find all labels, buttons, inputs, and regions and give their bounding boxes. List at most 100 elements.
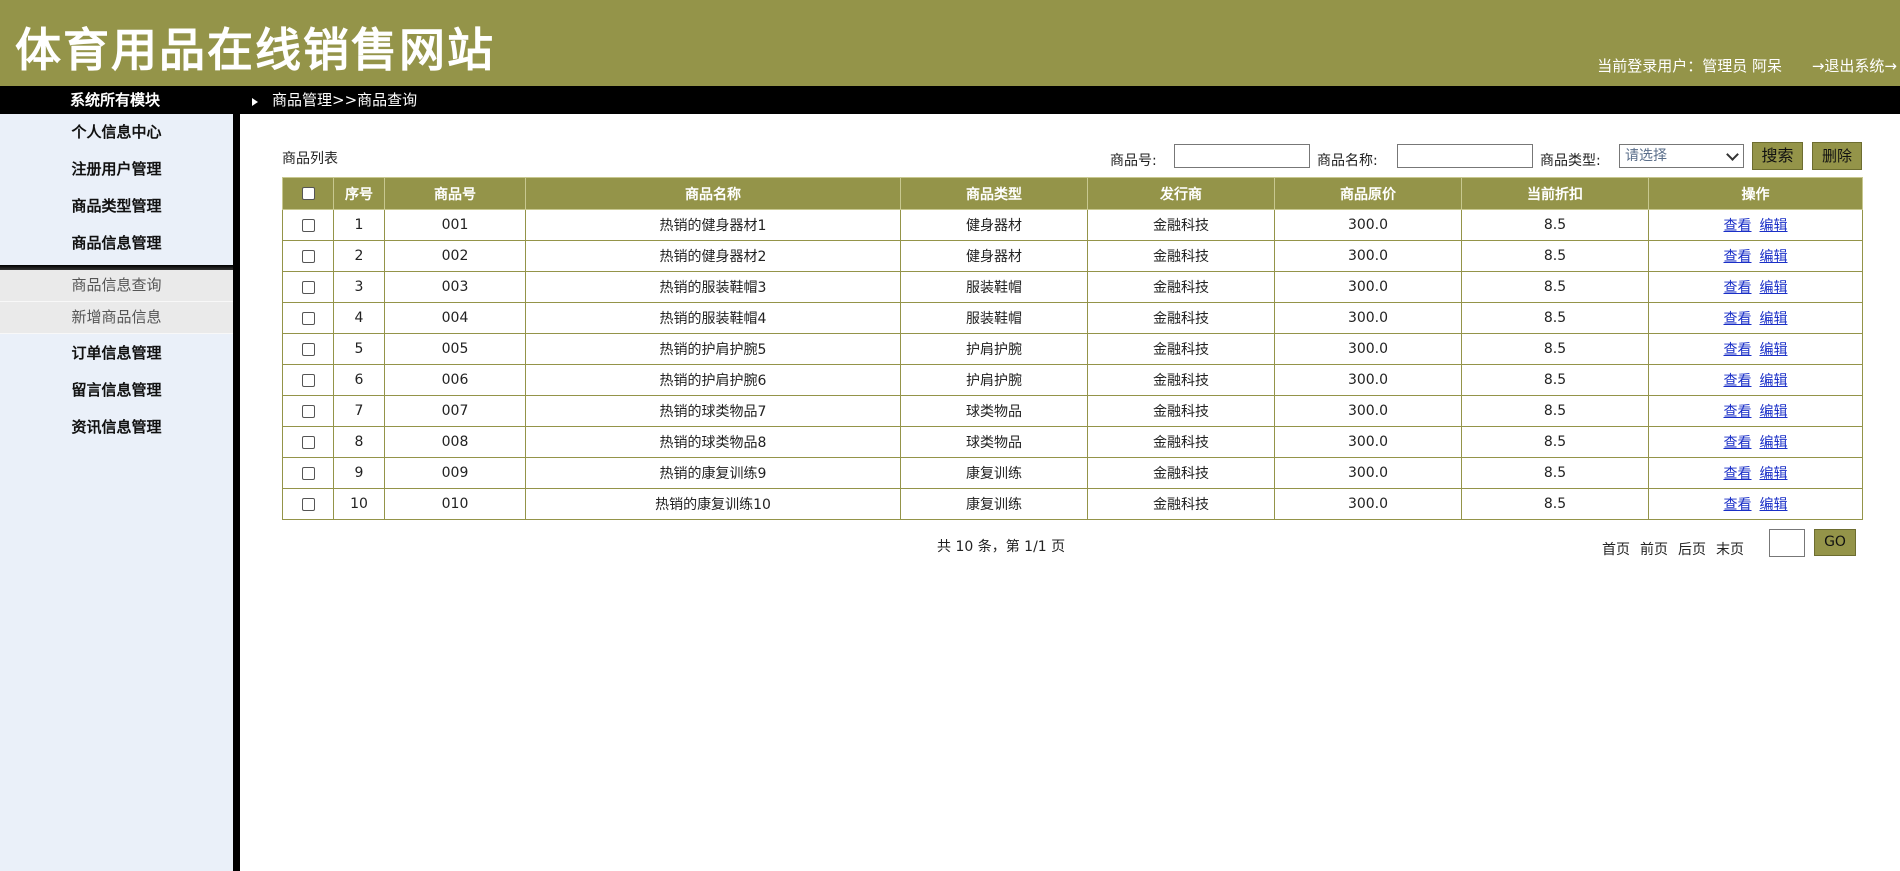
cell-code: 008 bbox=[384, 426, 526, 458]
table-row: 6 006 热销的护肩护腕6 护肩护腕 金融科技 300.0 8.5 查看 编辑 bbox=[282, 364, 1863, 396]
select-all-header bbox=[282, 177, 334, 210]
product-id-input[interactable] bbox=[1174, 144, 1310, 168]
row-checkbox[interactable] bbox=[301, 249, 315, 263]
next-page-link[interactable]: 后页 bbox=[1678, 539, 1706, 559]
cell-actions: 查看 编辑 bbox=[1648, 209, 1863, 241]
sidebar-item-user-management[interactable]: 注册用户管理 bbox=[0, 151, 233, 188]
product-type-select[interactable]: 请选择 bbox=[1619, 144, 1744, 168]
view-link[interactable]: 查看 bbox=[1724, 497, 1752, 513]
row-select-cell bbox=[282, 426, 334, 458]
prev-page-link[interactable]: 前页 bbox=[1640, 539, 1668, 559]
edit-link[interactable]: 编辑 bbox=[1760, 373, 1788, 389]
sidebar-item-message-management[interactable]: 留言信息管理 bbox=[0, 372, 233, 409]
edit-link[interactable]: 编辑 bbox=[1760, 466, 1788, 482]
column-header: 序号 bbox=[333, 177, 385, 210]
row-checkbox[interactable] bbox=[301, 280, 315, 294]
cell-publisher: 金融科技 bbox=[1087, 426, 1275, 458]
view-link[interactable]: 查看 bbox=[1724, 435, 1752, 451]
edit-link[interactable]: 编辑 bbox=[1760, 404, 1788, 420]
table-row: 7 007 热销的球类物品7 球类物品 金融科技 300.0 8.5 查看 编辑 bbox=[282, 395, 1863, 427]
view-link[interactable]: 查看 bbox=[1724, 249, 1752, 265]
row-checkbox[interactable] bbox=[301, 342, 315, 356]
cell-actions: 查看 编辑 bbox=[1648, 457, 1863, 489]
select-all-checkbox[interactable] bbox=[301, 187, 315, 200]
row-select-cell bbox=[282, 240, 334, 272]
delete-button[interactable]: 删除 bbox=[1812, 142, 1862, 170]
cell-name: 热销的护肩护腕5 bbox=[525, 333, 901, 365]
current-user-info: 当前登录用户：管理员 阿呆 bbox=[1597, 57, 1782, 75]
row-select-cell bbox=[282, 271, 334, 303]
cell-publisher: 金融科技 bbox=[1087, 457, 1275, 489]
cell-discount: 8.5 bbox=[1461, 302, 1649, 334]
row-checkbox[interactable] bbox=[301, 497, 315, 511]
product-name-input[interactable] bbox=[1397, 144, 1533, 168]
cell-seq: 2 bbox=[333, 240, 385, 272]
cell-seq: 7 bbox=[333, 395, 385, 427]
product-name-label: 商品名称: bbox=[1317, 153, 1378, 169]
row-checkbox[interactable] bbox=[301, 404, 315, 418]
cell-name: 热销的服装鞋帽4 bbox=[525, 302, 901, 334]
cell-price: 300.0 bbox=[1274, 271, 1462, 303]
row-checkbox[interactable] bbox=[301, 466, 315, 480]
header: 体育用品在线销售网站 当前登录用户：管理员 阿呆 →退出系统→ bbox=[0, 0, 1900, 86]
sidebar-item-category-management[interactable]: 商品类型管理 bbox=[0, 188, 233, 225]
view-link[interactable]: 查看 bbox=[1724, 280, 1752, 296]
cell-code: 004 bbox=[384, 302, 526, 334]
sidebar-item-order-management[interactable]: 订单信息管理 bbox=[0, 335, 233, 372]
row-checkbox[interactable] bbox=[301, 373, 315, 387]
logout-link[interactable]: →退出系统→ bbox=[1812, 55, 1897, 76]
column-header: 操作 bbox=[1648, 177, 1863, 210]
cell-publisher: 金融科技 bbox=[1087, 364, 1275, 396]
sidebar-item-personal-center[interactable]: 个人信息中心 bbox=[0, 114, 233, 151]
edit-link[interactable]: 编辑 bbox=[1760, 342, 1788, 358]
view-link[interactable]: 查看 bbox=[1724, 466, 1752, 482]
edit-link[interactable]: 编辑 bbox=[1760, 311, 1788, 327]
edit-link[interactable]: 编辑 bbox=[1760, 249, 1788, 265]
sidebar-item-product-management[interactable]: 商品信息管理 bbox=[0, 225, 233, 262]
row-select-cell bbox=[282, 457, 334, 489]
cell-publisher: 金融科技 bbox=[1087, 302, 1275, 334]
edit-link[interactable]: 编辑 bbox=[1760, 218, 1788, 234]
cell-type: 康复训练 bbox=[900, 488, 1088, 520]
cell-seq: 8 bbox=[333, 426, 385, 458]
cell-seq: 3 bbox=[333, 271, 385, 303]
view-link[interactable]: 查看 bbox=[1724, 342, 1752, 358]
page-number-input[interactable] bbox=[1769, 529, 1805, 557]
table-row: 10 010 热销的康复训练10 康复训练 金融科技 300.0 8.5 查看 编辑 bbox=[282, 488, 1863, 520]
cell-name: 热销的健身器材2 bbox=[525, 240, 901, 272]
search-button[interactable]: 搜索 bbox=[1752, 142, 1803, 170]
last-page-link[interactable]: 末页 bbox=[1716, 539, 1744, 559]
row-checkbox[interactable] bbox=[301, 311, 315, 325]
edit-link[interactable]: 编辑 bbox=[1760, 280, 1788, 296]
site-title: 体育用品在线销售网站 bbox=[15, 23, 495, 77]
sidebar-item-news-management[interactable]: 资讯信息管理 bbox=[0, 409, 233, 446]
cell-actions: 查看 编辑 bbox=[1648, 488, 1863, 520]
view-link[interactable]: 查看 bbox=[1724, 404, 1752, 420]
row-checkbox[interactable] bbox=[301, 435, 315, 449]
sidebar-subitem-add-product[interactable]: 新增商品信息 bbox=[0, 302, 233, 334]
first-page-link[interactable]: 首页 bbox=[1602, 539, 1630, 559]
go-button[interactable]: GO bbox=[1814, 529, 1856, 556]
table-row: 5 005 热销的护肩护腕5 护肩护腕 金融科技 300.0 8.5 查看 编辑 bbox=[282, 333, 1863, 365]
cell-price: 300.0 bbox=[1274, 426, 1462, 458]
edit-link[interactable]: 编辑 bbox=[1760, 497, 1788, 513]
cell-actions: 查看 编辑 bbox=[1648, 426, 1863, 458]
cell-name: 热销的康复训练9 bbox=[525, 457, 901, 489]
cell-price: 300.0 bbox=[1274, 395, 1462, 427]
cell-publisher: 金融科技 bbox=[1087, 240, 1275, 272]
cell-name: 热销的球类物品8 bbox=[525, 426, 901, 458]
table-row: 1 001 热销的健身器材1 健身器材 金融科技 300.0 8.5 查看 编辑 bbox=[282, 209, 1863, 241]
product-table: 序号 商品号 商品名称 商品类型 发行商 商品原价 当前折扣 操作 1 001 热销… bbox=[282, 177, 1863, 520]
breadcrumb-arrow-icon bbox=[252, 98, 258, 106]
view-link[interactable]: 查看 bbox=[1724, 311, 1752, 327]
row-checkbox[interactable] bbox=[301, 218, 315, 232]
column-header: 商品原价 bbox=[1274, 177, 1462, 210]
cell-name: 热销的护肩护腕6 bbox=[525, 364, 901, 396]
edit-link[interactable]: 编辑 bbox=[1760, 435, 1788, 451]
product-type-selected: 请选择 bbox=[1625, 148, 1667, 164]
sidebar-subitem-product-query[interactable]: 商品信息查询 bbox=[0, 270, 233, 302]
cell-discount: 8.5 bbox=[1461, 457, 1649, 489]
view-link[interactable]: 查看 bbox=[1724, 373, 1752, 389]
view-link[interactable]: 查看 bbox=[1724, 218, 1752, 234]
cell-discount: 8.5 bbox=[1461, 333, 1649, 365]
